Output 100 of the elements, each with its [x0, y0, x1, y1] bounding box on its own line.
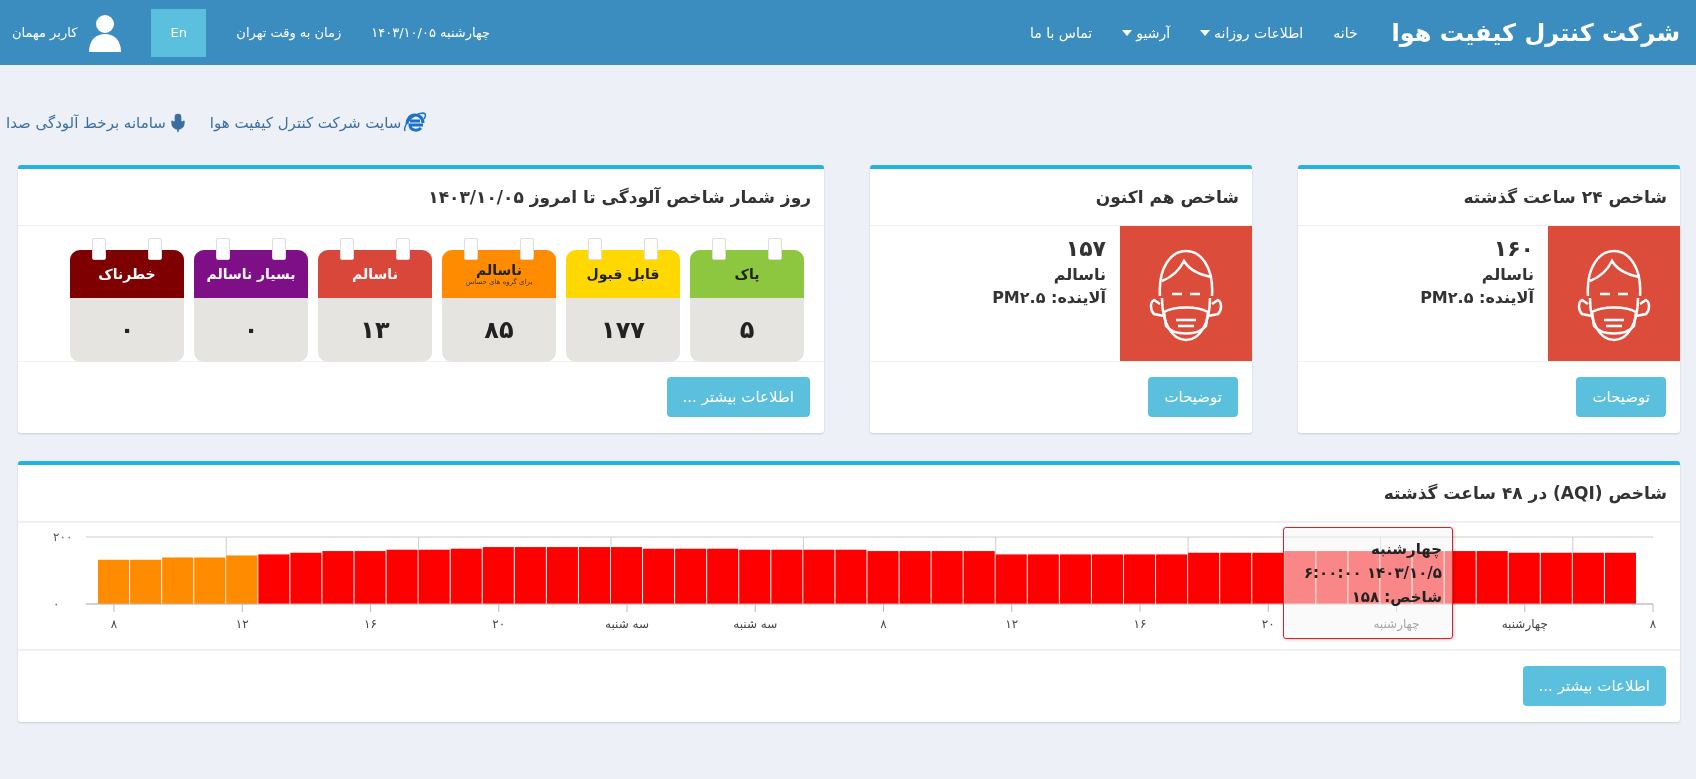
binder-ring [520, 238, 534, 260]
nav-link[interactable]: آرشیو [1122, 24, 1171, 41]
chart-bar [1059, 554, 1091, 604]
chart-bar [578, 547, 610, 604]
category-label: ناسالم [352, 266, 398, 282]
axis-label: ۱۲ [235, 617, 249, 631]
binder-ring [644, 238, 658, 260]
chart-bar [867, 551, 899, 604]
axis-label: ۲۰۰ [53, 530, 73, 544]
external-link[interactable]: سامانه برخط آلودگی صدا [6, 111, 188, 135]
user-icon[interactable] [89, 13, 122, 52]
category-label: ناسالم [476, 262, 522, 278]
more-info-button[interactable]: اطلاعات بیشتر ... [666, 377, 810, 417]
chart-bar [482, 547, 514, 604]
chart-bar [771, 549, 803, 604]
chart-bar [675, 548, 707, 604]
chart-bar [418, 549, 450, 604]
axis-label: ۱۶ [364, 617, 377, 631]
card-title: شاخص (AQI) در ۴۸ ساعت گذشته [18, 465, 1680, 522]
binder-ring [768, 238, 782, 260]
chart-bar [803, 549, 835, 604]
pollutant-label: آلاینده: PM۲.۵ [1420, 288, 1534, 307]
chart-bar [643, 548, 675, 604]
chart-bar [162, 557, 194, 604]
day-count: ۵ [738, 315, 756, 346]
axis-label: ۰ [53, 597, 60, 611]
day-count: ۰ [242, 315, 260, 346]
chart-bar [835, 549, 867, 604]
pollutant-label: آلاینده: PM۲.۵ [992, 288, 1106, 307]
axis-label: ۲۰ [492, 617, 506, 631]
timezone-label: زمان به وقت تهران [236, 25, 342, 40]
chart-bar [1508, 552, 1540, 604]
chart-bar [1027, 554, 1059, 604]
chart-bar [514, 547, 546, 604]
chart-bar [1220, 552, 1252, 604]
index-value: ۱۶۰ [1493, 236, 1534, 261]
binder-ring [712, 238, 726, 260]
nav-link[interactable]: خانه [1333, 24, 1358, 41]
chart-bar [899, 551, 931, 604]
chart-bar [354, 551, 386, 604]
axis-label: ۸ [110, 617, 118, 631]
site-title: شرکت کنترل کیفیت هوا [1391, 18, 1680, 47]
index-status: ناسالم [1053, 265, 1106, 284]
chart-bar [1604, 552, 1636, 604]
axis-label: ۸ [880, 617, 887, 631]
category-label: پاک [734, 266, 760, 282]
chart-bar [611, 547, 643, 604]
chart-bar [1188, 552, 1220, 604]
nav-link[interactable]: اطلاعات روزانه [1200, 24, 1304, 41]
category-label: خطرناک [98, 266, 156, 282]
chart-bar [963, 551, 995, 604]
chart-bar [1476, 551, 1508, 604]
axis-label: چهارشنبه [1501, 617, 1548, 631]
binder-ring [272, 238, 286, 260]
chart-bar [98, 559, 130, 604]
axis-label: سه شنبه [733, 617, 778, 631]
user-name: کاربر مهمان [12, 25, 78, 40]
chart-bar [1124, 554, 1156, 604]
binder-ring [340, 238, 354, 260]
index-status: ناسالم [1481, 265, 1534, 284]
axis-label: چهارشنبه [1373, 617, 1420, 631]
chart-bar [1252, 552, 1284, 604]
chart-bar [1540, 552, 1572, 604]
binder-ring [464, 238, 478, 260]
language-button[interactable]: En [151, 8, 207, 57]
binder-ring [588, 238, 602, 260]
axis-label: ۱۲ [1005, 617, 1019, 631]
details-button[interactable]: توضیحات [1576, 377, 1666, 417]
tooltip-datetime: ۱۴۰۳/۱۰/۵ ۶:۰۰:۰۰ [1302, 564, 1442, 582]
binder-ring [216, 238, 230, 260]
current-date: چهارشنبه ۱۴۰۳/۱۰/۰۵ [371, 25, 490, 40]
chart-bar [322, 551, 354, 604]
card-title: روز شمار شاخص آلودگی تا امروز ۱۴۰۳/۱۰/۰۵ [18, 169, 824, 226]
external-link[interactable]: سایت شرکت کنترل کیفیت هوا [209, 111, 428, 135]
chart-bar [1156, 554, 1188, 604]
day-count: ۱۷۷ [600, 315, 646, 346]
browser-icon [403, 111, 428, 135]
chart-bar [226, 555, 258, 604]
chart-bar [1091, 554, 1123, 604]
category-label: قابل قبول [586, 266, 660, 282]
more-info-button[interactable]: اطلاعات بیشتر ... [1522, 666, 1666, 706]
chart-bar [258, 554, 290, 604]
binder-ring [148, 238, 162, 260]
day-count: ۱۳ [359, 315, 391, 346]
axis-label: ۱۶ [1133, 617, 1147, 631]
binder-ring [396, 238, 410, 260]
chart-bar [130, 559, 162, 604]
nav-link[interactable]: تماس با ما [1030, 24, 1093, 41]
chart-bar [386, 549, 418, 604]
axis-label: ۲۰ [1261, 617, 1275, 631]
chart-bar [739, 549, 771, 604]
chart-bar [450, 548, 482, 604]
index-value: ۱۵۷ [1065, 236, 1106, 261]
details-button[interactable]: توضیحات [1148, 377, 1238, 417]
tooltip-value: شاخص: ۱۵۸ [1350, 588, 1442, 606]
chart-bar [931, 551, 963, 604]
axis-label: ۸ [1649, 617, 1657, 631]
chart-bar [1444, 551, 1476, 604]
chart-bar [707, 548, 739, 604]
day-count: ۸۵ [483, 315, 515, 346]
